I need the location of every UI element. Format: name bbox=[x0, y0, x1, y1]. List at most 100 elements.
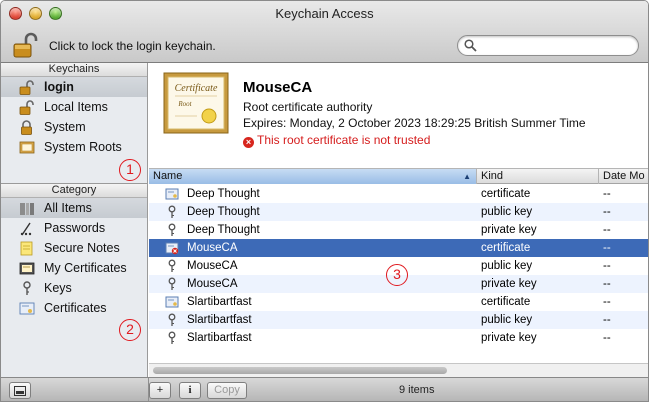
column-header-name[interactable]: Name ▲ bbox=[149, 169, 477, 184]
sidebar-item-label: Certificates bbox=[44, 301, 107, 315]
row-name: Slartibartfast bbox=[187, 332, 252, 344]
row-date: -- bbox=[603, 242, 611, 254]
sidebar-item-label: All Items bbox=[44, 201, 92, 215]
detail-title: MouseCA bbox=[243, 79, 313, 96]
table-row[interactable]: Slartibartfast private key -- bbox=[149, 329, 648, 347]
lock-keychain-button[interactable] bbox=[11, 31, 39, 59]
sidebar-item-keys[interactable]: Keys bbox=[1, 278, 147, 298]
certificate-image-sub: Root bbox=[177, 100, 192, 108]
info-label: i bbox=[188, 384, 192, 396]
key-icon bbox=[168, 223, 176, 236]
item-count: 9 items bbox=[399, 384, 435, 396]
sidebar-item-system[interactable]: System bbox=[1, 117, 147, 137]
row-name: MouseCA bbox=[187, 260, 238, 272]
certificate-detail: Certificate Root MouseCA Root certificat… bbox=[149, 63, 648, 169]
table-header: Name ▲ Kind Date Mo bbox=[149, 169, 648, 184]
info-button[interactable]: i bbox=[179, 382, 201, 399]
add-item-button[interactable]: + bbox=[149, 382, 171, 399]
table-row[interactable]: Slartibartfast certificate -- bbox=[149, 293, 648, 311]
all-items-icon bbox=[20, 203, 34, 215]
padlock-open-icon bbox=[13, 32, 38, 58]
row-kind: public key bbox=[481, 206, 533, 218]
row-name: Deep Thought bbox=[187, 206, 260, 218]
row-date: -- bbox=[603, 314, 611, 326]
column-header-kind[interactable]: Kind bbox=[477, 169, 599, 184]
row-date: -- bbox=[603, 188, 611, 200]
show-keychains-button[interactable] bbox=[9, 382, 31, 399]
keychains-header: Keychains bbox=[1, 63, 147, 77]
sidebar-item-label: Passwords bbox=[44, 221, 106, 235]
passwords-icon bbox=[20, 222, 32, 236]
sidebar-item-all-items[interactable]: All Items bbox=[1, 198, 147, 218]
certificate-image-text: Certificate bbox=[175, 83, 218, 94]
search-icon bbox=[464, 39, 477, 52]
row-name: Deep Thought bbox=[187, 224, 260, 236]
error-icon: × bbox=[243, 137, 254, 148]
row-name: Slartibartfast bbox=[187, 296, 252, 308]
sidebar-item-certificates[interactable]: Certificates bbox=[1, 298, 147, 318]
sidebar-item-label: Keys bbox=[44, 281, 72, 295]
trust-warning-text: This root certificate is not trusted bbox=[257, 133, 431, 147]
sidebar-item-label: login bbox=[44, 80, 74, 94]
certificate-icon bbox=[165, 188, 179, 200]
table-row[interactable]: Deep Thought private key -- bbox=[149, 221, 648, 239]
sidebar-item-my-certificates[interactable]: My Certificates bbox=[1, 258, 147, 278]
sidebar-item-label: Secure Notes bbox=[44, 241, 120, 255]
padlock-open-icon bbox=[19, 80, 34, 95]
certificate-icon bbox=[19, 302, 35, 315]
key-icon bbox=[23, 281, 31, 295]
row-kind: public key bbox=[481, 314, 533, 326]
untrusted-certificate-icon bbox=[165, 242, 179, 255]
my-certificate-icon bbox=[19, 262, 35, 275]
row-date: -- bbox=[603, 332, 611, 344]
scrollbar-thumb[interactable] bbox=[153, 367, 447, 374]
row-kind: certificate bbox=[481, 296, 531, 308]
row-kind: public key bbox=[481, 260, 533, 272]
horizontal-scrollbar[interactable] bbox=[149, 363, 648, 377]
table-row[interactable]: Deep Thought certificate -- bbox=[149, 185, 648, 203]
search-input[interactable] bbox=[480, 38, 630, 53]
column-header-date-label: Date Mo bbox=[603, 170, 645, 182]
row-name: Slartibartfast bbox=[187, 314, 252, 326]
row-kind: private key bbox=[481, 278, 537, 290]
sidebar-toggle-icon bbox=[14, 386, 26, 396]
detail-expires: Expires: Monday, 2 October 2023 18:29:25… bbox=[243, 116, 586, 130]
row-name: MouseCA bbox=[187, 278, 238, 290]
search-field[interactable] bbox=[457, 35, 639, 56]
sidebar-item-label: System bbox=[44, 120, 86, 134]
table-row[interactable]: Deep Thought public key -- bbox=[149, 203, 648, 221]
sidebar-item-local-items[interactable]: Local Items bbox=[1, 97, 147, 117]
window-title: Keychain Access bbox=[275, 6, 374, 21]
row-date: -- bbox=[603, 260, 611, 272]
sidebar-item-secure-notes[interactable]: Secure Notes bbox=[1, 238, 147, 258]
sidebar-item-system-roots[interactable]: System Roots bbox=[1, 137, 147, 157]
row-name: MouseCA bbox=[187, 242, 238, 254]
row-date: -- bbox=[603, 278, 611, 290]
key-icon bbox=[168, 277, 176, 290]
row-kind: certificate bbox=[481, 242, 531, 254]
column-header-date-modified[interactable]: Date Mo bbox=[599, 169, 648, 184]
table-row-selected[interactable]: MouseCA certificate -- bbox=[149, 239, 648, 257]
row-name: Deep Thought bbox=[187, 188, 260, 200]
folder-certificate-icon bbox=[19, 141, 35, 154]
table-row[interactable]: Slartibartfast public key -- bbox=[149, 311, 648, 329]
padlock-icon bbox=[21, 120, 32, 135]
key-icon bbox=[168, 205, 176, 218]
copy-button[interactable]: Copy bbox=[207, 382, 247, 399]
detail-type: Root certificate authority bbox=[243, 100, 373, 114]
column-header-name-label: Name bbox=[153, 170, 183, 182]
sidebar-item-passwords[interactable]: Passwords bbox=[1, 218, 147, 238]
sidebar-item-login[interactable]: login bbox=[1, 77, 147, 97]
certificate-image-icon: Certificate Root bbox=[163, 72, 229, 134]
lock-keychain-label: Click to lock the login keychain. bbox=[49, 39, 216, 53]
bottom-bar: + i Copy 9 items bbox=[1, 377, 648, 401]
column-header-kind-label: Kind bbox=[481, 170, 504, 182]
add-label: + bbox=[156, 384, 164, 396]
category-list: Category All Items Passwords Secure Note… bbox=[1, 184, 147, 318]
key-icon bbox=[168, 313, 176, 326]
copy-label: Copy bbox=[214, 384, 240, 396]
title-toolbar: Keychain Access Click to lock the login … bbox=[1, 1, 648, 63]
sort-ascending-icon: ▲ bbox=[463, 172, 471, 181]
key-icon bbox=[168, 259, 176, 272]
secure-note-icon bbox=[20, 241, 33, 256]
